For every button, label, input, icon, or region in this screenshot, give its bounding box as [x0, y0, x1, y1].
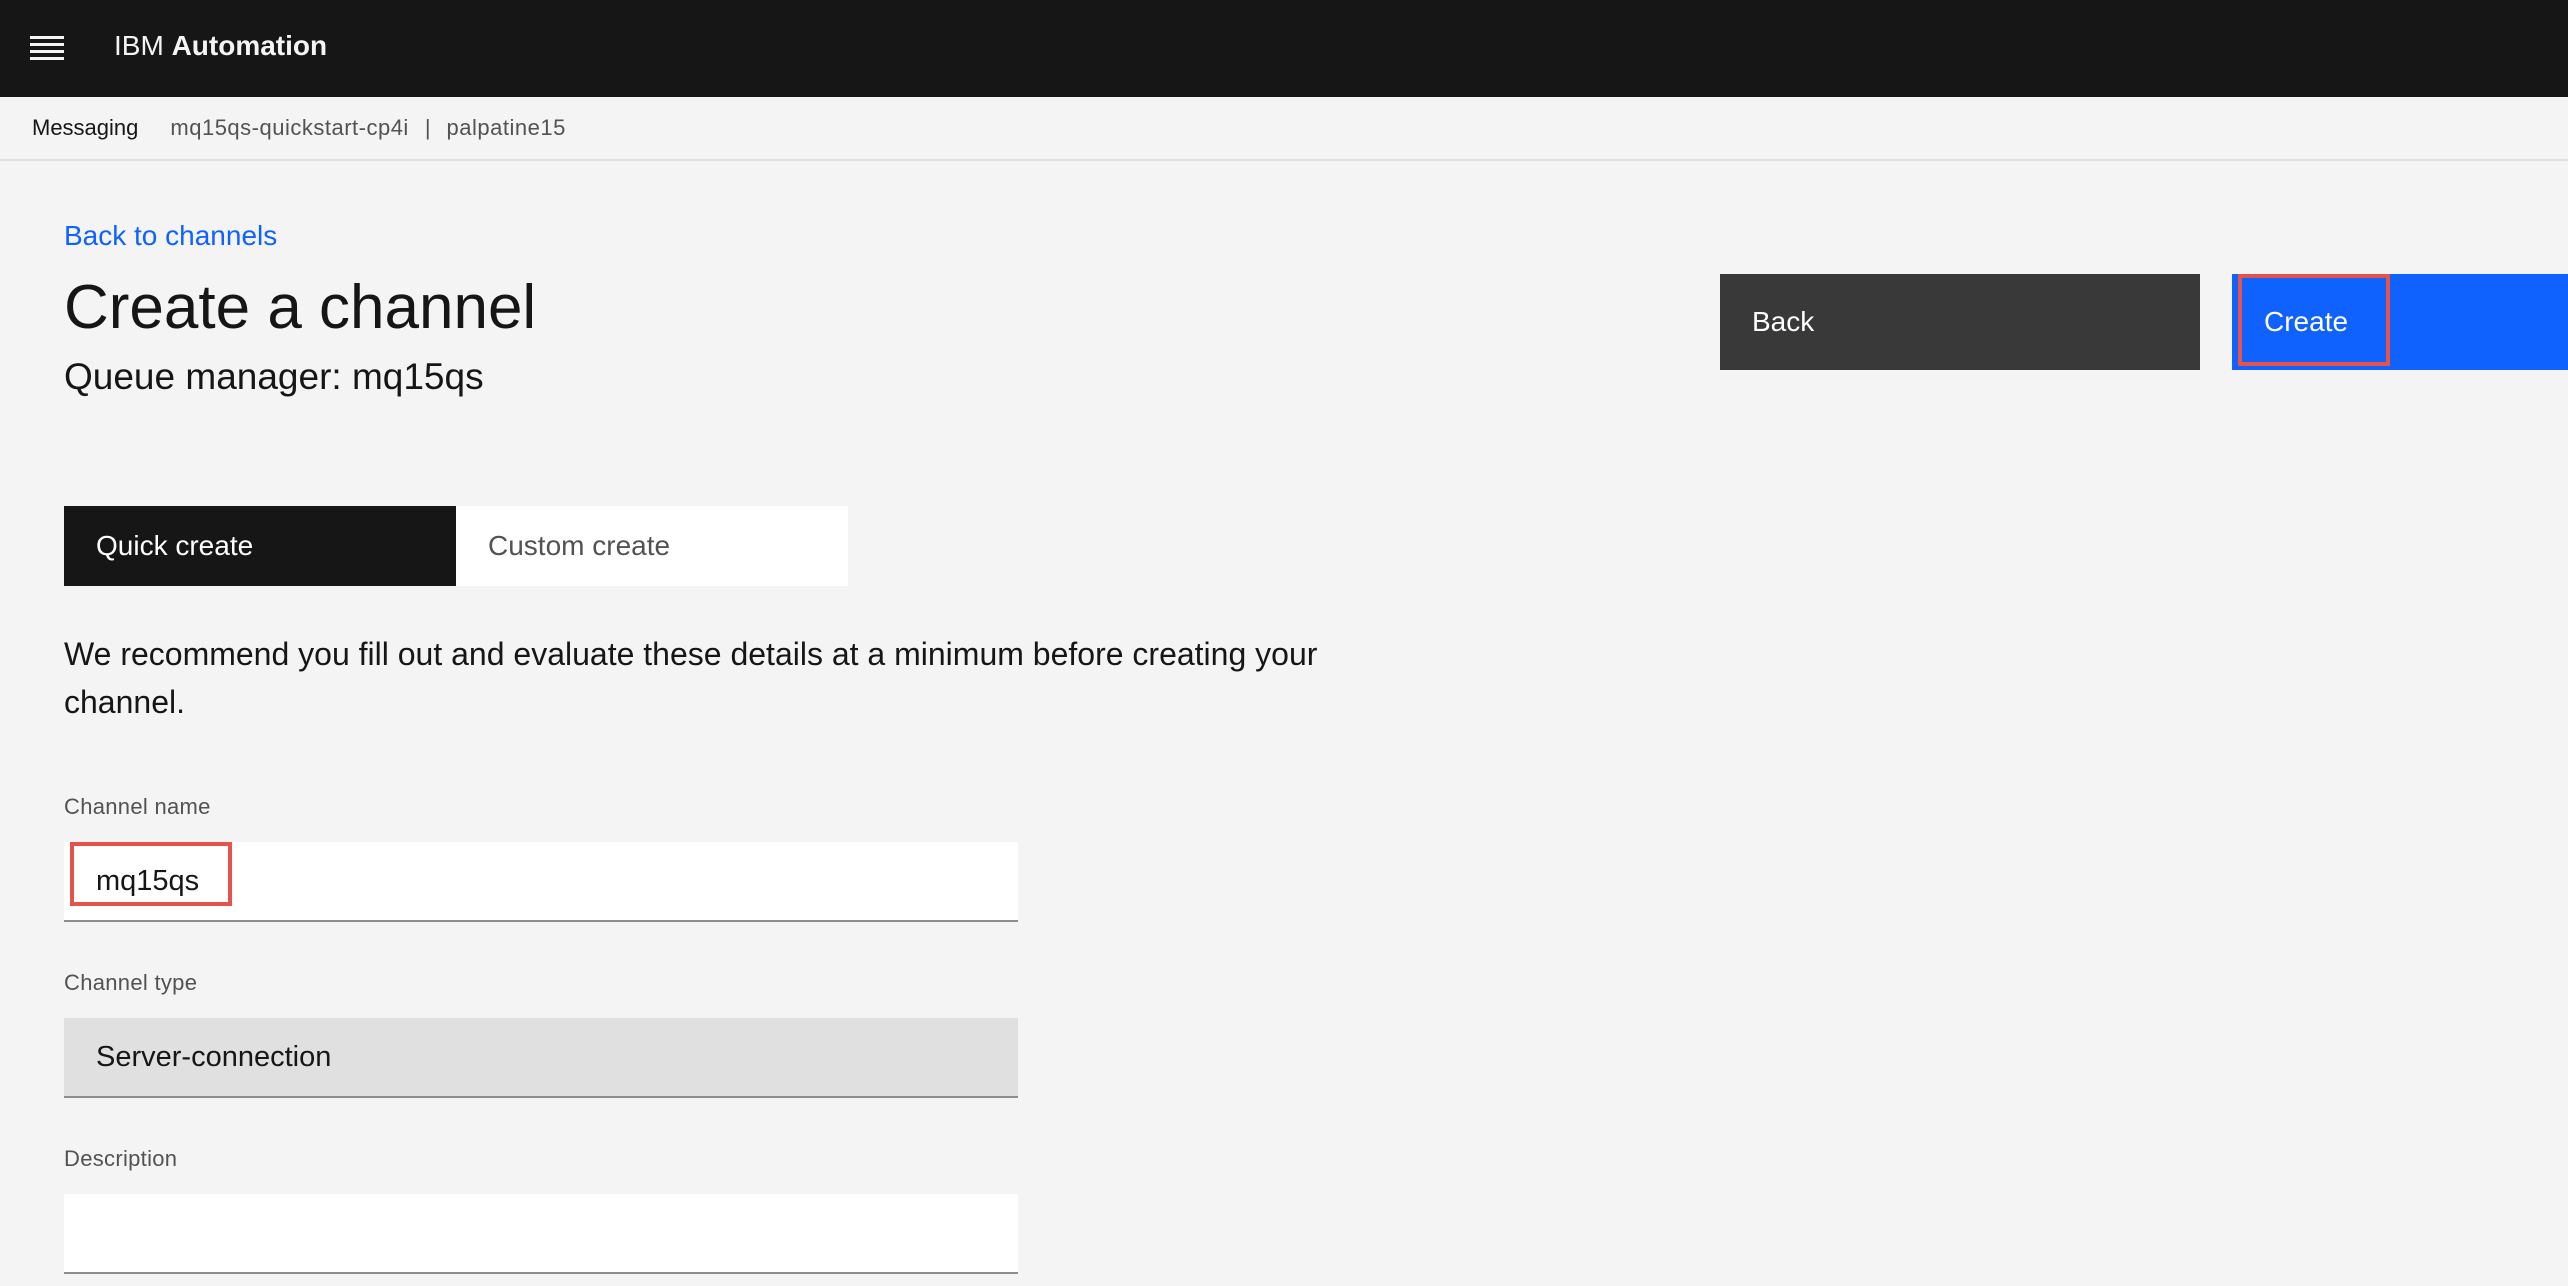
intro-text: We recommend you fill out and evaluate t…: [64, 636, 1318, 720]
tab-quick-create[interactable]: Quick create: [64, 506, 456, 586]
breadcrumb-queue-manager: palpatine15: [446, 115, 566, 140]
channel-type-field: Server-connection: [64, 1018, 1018, 1098]
description-input[interactable]: [96, 1216, 1018, 1250]
breadcrumb-messaging[interactable]: Messaging: [32, 115, 138, 141]
channel-type-value: Server-connection: [96, 1040, 332, 1073]
page-subtitle: Queue manager: mq15qs: [64, 356, 484, 397]
hamburger-menu-icon[interactable]: [30, 36, 64, 62]
channel-name-label: Channel name: [64, 794, 211, 819]
breadcrumb-instance: mq15qs-quickstart-cp4i: [170, 115, 409, 140]
breadcrumb-separator: |: [424, 115, 431, 140]
channel-type-label: Channel type: [64, 970, 198, 995]
create-button[interactable]: Create: [2232, 274, 2568, 370]
create-mode-tabs: Quick create Custom create: [64, 506, 848, 586]
back-to-channels-link[interactable]: Back to channels: [64, 220, 277, 252]
description-label: Description: [64, 1146, 178, 1171]
tab-custom-create[interactable]: Custom create: [456, 506, 848, 586]
channel-name-input[interactable]: [96, 864, 1018, 898]
brand-name: Automation: [171, 30, 328, 61]
brand-logo[interactable]: IBM Automation: [114, 30, 327, 62]
page-title: Create a channel: [64, 273, 537, 342]
top-header: IBM Automation: [0, 0, 2568, 97]
back-button[interactable]: Back: [1720, 274, 2200, 370]
context-bar: Messaging mq15qs-quickstart-cp4i | palpa…: [0, 97, 2568, 161]
description-field[interactable]: [64, 1194, 1018, 1274]
brand-prefix: IBM: [114, 30, 164, 61]
channel-name-field[interactable]: [64, 842, 1018, 922]
